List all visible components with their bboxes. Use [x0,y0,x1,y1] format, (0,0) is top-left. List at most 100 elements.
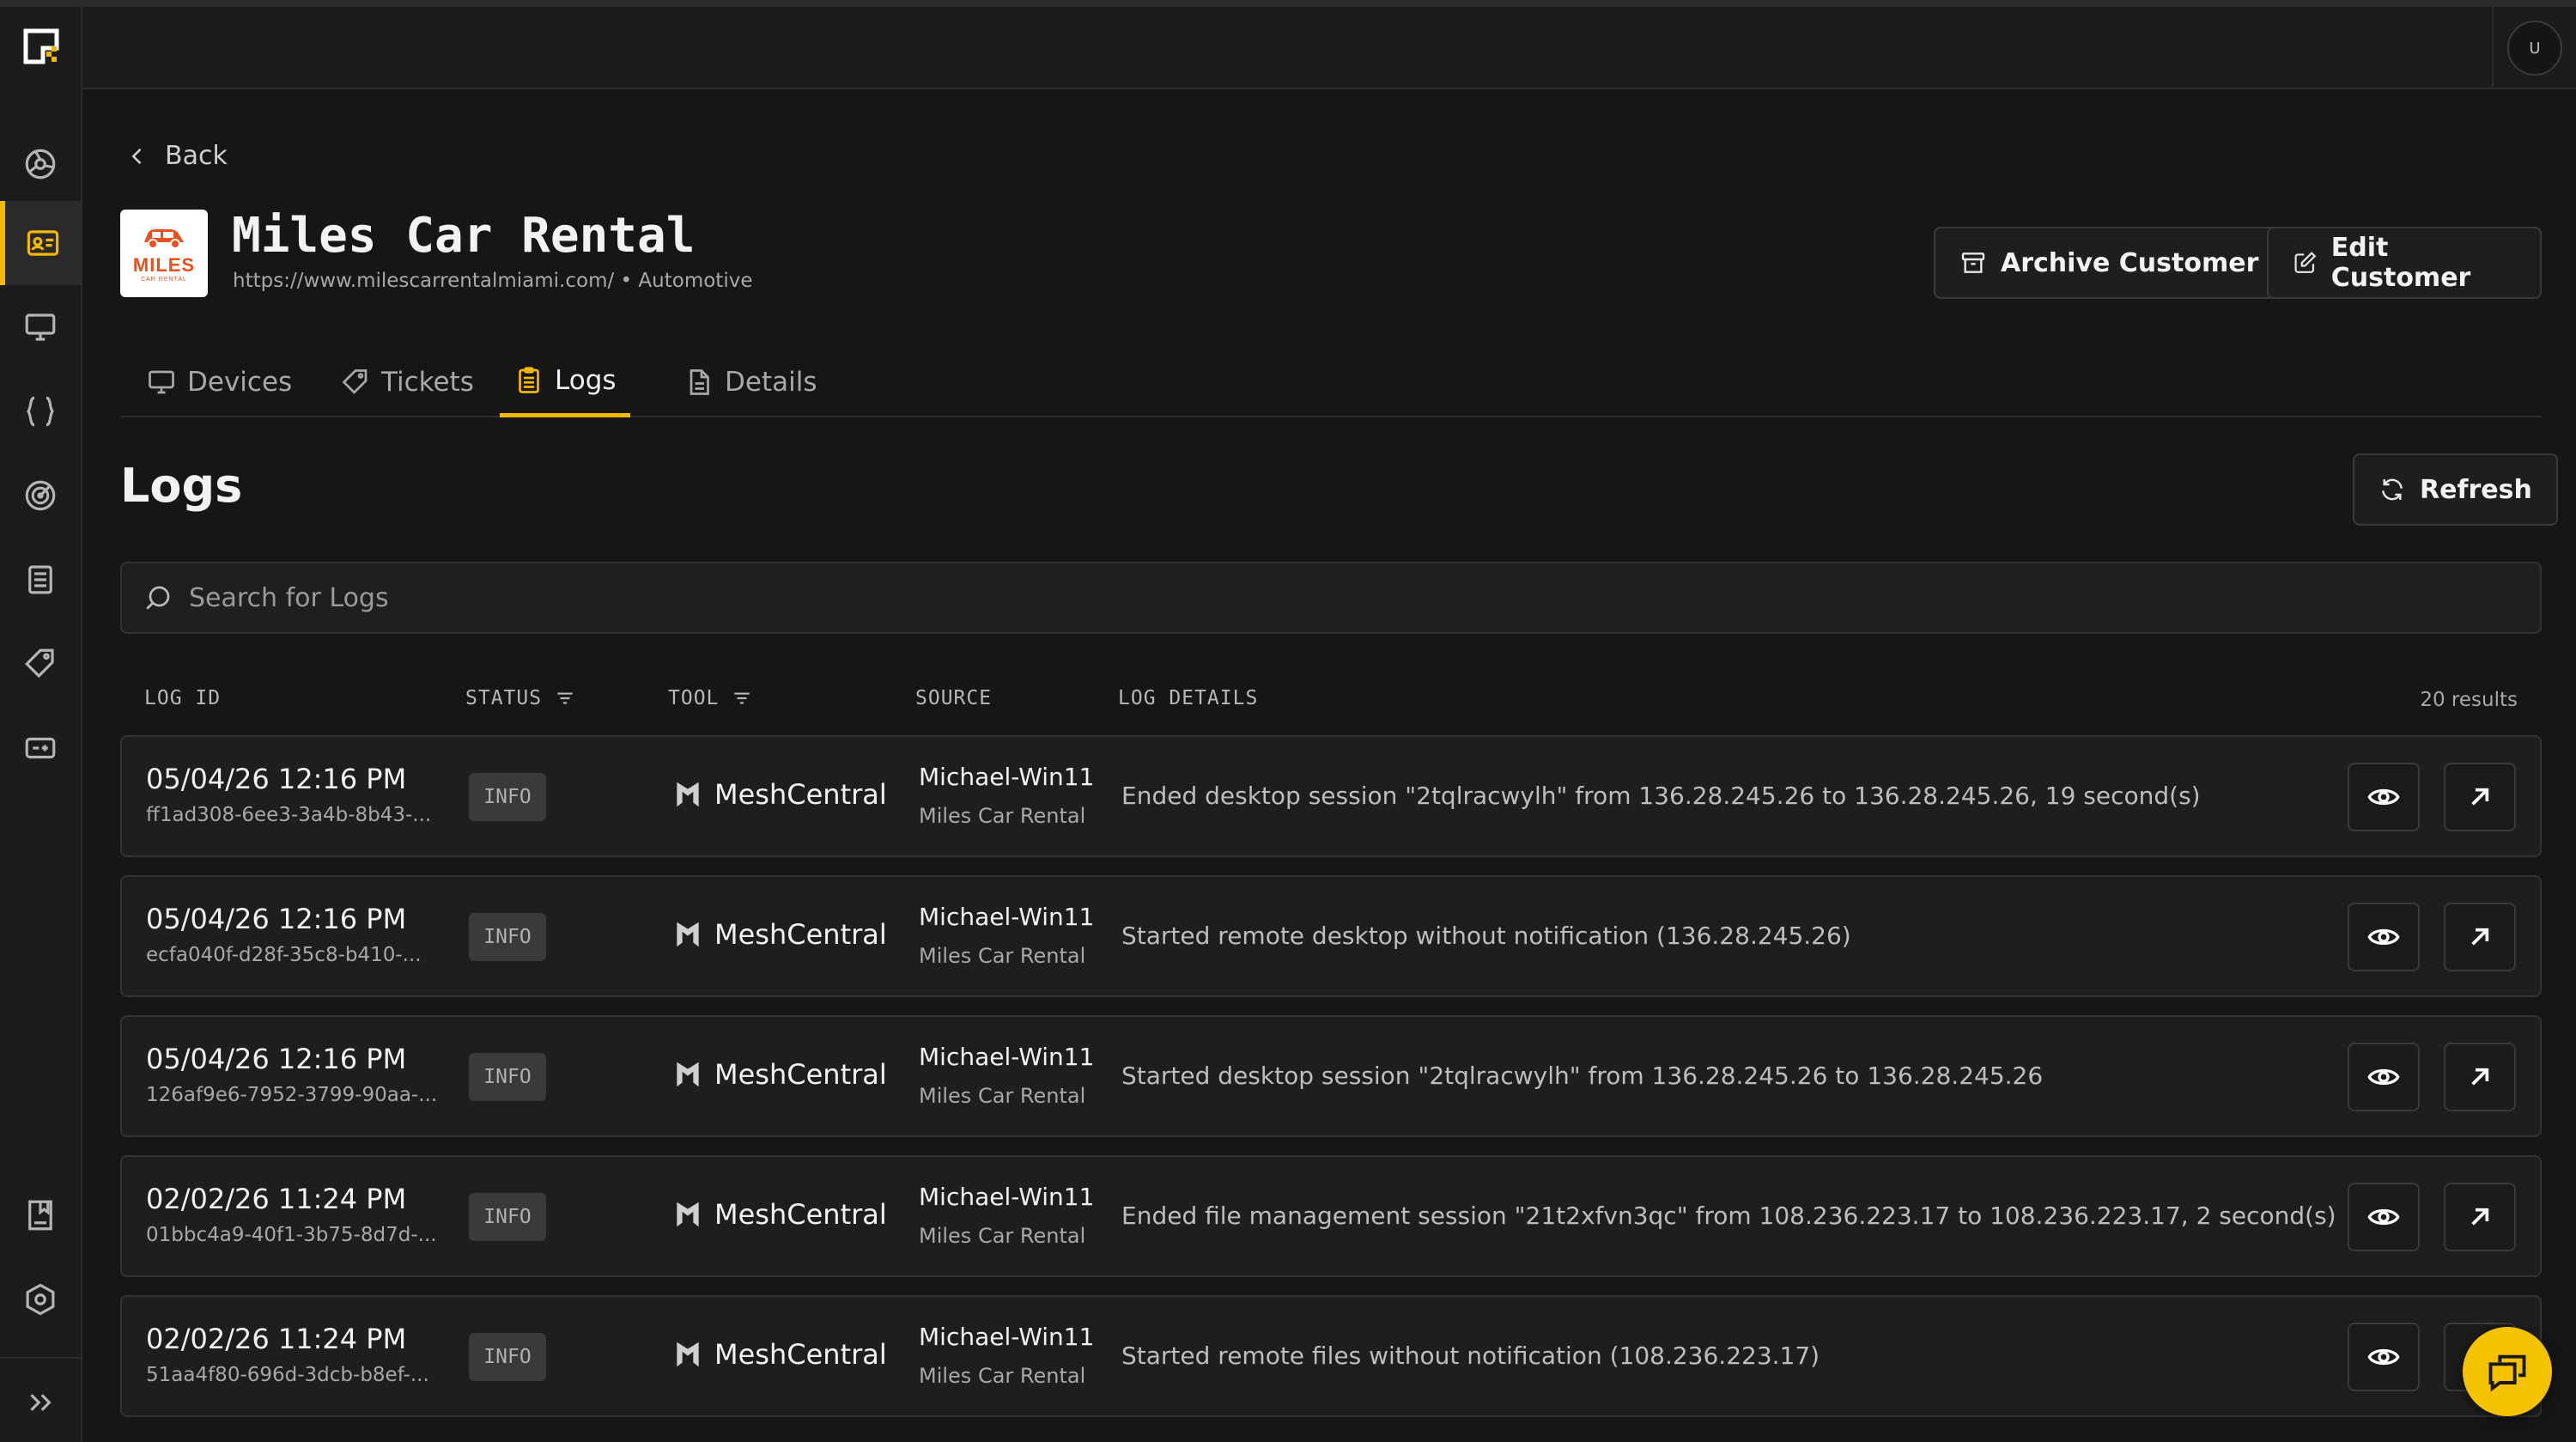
customer-logo: MILES CAR RENTAL [120,210,208,297]
window-top-strip [0,0,2576,7]
chat-support-button[interactable] [2463,1327,2552,1416]
log-id: 01bbc4a9-40f1-3b75-8d7d-... [146,1224,437,1246]
status-badge: INFO [469,1053,546,1101]
log-id: 51aa4f80-696d-3dcb-b8ef-... [146,1364,429,1386]
log-source-device: Michael-Win11 [919,763,1095,791]
customer-name: Miles Car Rental [232,208,696,264]
sidebar-item-scripts[interactable] [0,369,81,453]
customer-logo-text: MILES [132,253,196,276]
log-date: 05/04/26 12:16 PM [146,1043,407,1075]
open-log-button[interactable] [2444,763,2516,831]
eye-icon [2367,1208,2400,1226]
tab-tickets[interactable]: Tickets [326,347,488,417]
table-row[interactable]: 02/02/26 11:24 PM 01bbc4a9-40f1-3b75-8d7… [120,1155,2542,1277]
table-row[interactable]: 02/02/26 11:24 PM 51aa4f80-696d-3dcb-b8e… [120,1295,2542,1417]
status-badge: INFO [469,773,546,821]
customers-icon [27,230,59,256]
log-source-org: Miles Car Rental [919,1224,1086,1248]
customer-tabs: Devices Tickets Logs Details [120,347,2542,417]
log-id: 126af9e6-7952-3799-90aa-... [146,1084,438,1106]
search-input[interactable] [189,582,2421,613]
arrow-up-right-icon [2471,1208,2489,1226]
arrow-up-right-icon [2471,1068,2489,1086]
column-log-details: LOG DETAILS [1118,687,1258,709]
open-log-button[interactable] [2444,903,2516,971]
meshcentral-icon [677,1202,699,1227]
log-details: Ended file management session "21t2xfvn3… [1121,1202,2336,1230]
tab-details[interactable]: Details [670,347,830,417]
refresh-icon [2382,478,2403,501]
view-log-button[interactable] [2348,1043,2420,1111]
sidebar-item-customers[interactable] [0,201,81,285]
log-source-org: Miles Car Rental [919,1364,1086,1388]
logs-icon [28,565,52,594]
sidebar-item-tickets[interactable] [0,622,81,706]
meshcentral-icon [677,782,699,807]
sidebar-item-dashboard[interactable] [0,122,81,206]
refresh-button[interactable]: Refresh [2353,453,2558,526]
log-tool-name: MeshCentral [714,778,887,811]
log-source-org: Miles Car Rental [919,804,1086,828]
sidebar-item-docs[interactable] [0,1173,81,1257]
arrow-up-right-icon [2471,788,2489,806]
tickets-icon [25,648,54,678]
column-tool-label: TOOL [668,687,720,709]
log-tool: MeshCentral [671,918,887,951]
sidebar-item-devices[interactable] [0,285,81,369]
log-tool: MeshCentral [671,1338,887,1371]
devices-icon [25,313,56,341]
table-header: LOG ID STATUS TOOL SOURCE LOG DETAILS 20… [120,687,2542,721]
archive-icon [1961,253,1985,273]
edit-icon [2294,252,2317,273]
column-log-id-label: LOG ID [144,687,222,709]
scripts-icon [27,396,54,427]
sidebar [0,7,82,1442]
table-row[interactable]: 05/04/26 12:16 PM ff1ad308-6ee3-3a4b-8b4… [120,735,2542,857]
open-log-button[interactable] [2444,1183,2516,1251]
sidebar-item-logs[interactable] [0,538,81,622]
column-source: SOURCE [915,687,992,709]
app-logo-icon[interactable] [22,27,60,65]
view-log-button[interactable] [2348,1183,2420,1251]
monitor-icon [149,370,174,394]
tab-devices[interactable]: Devices [132,347,306,417]
sidebar-item-monitoring[interactable] [0,453,81,538]
avatar-initial: U [2529,39,2541,58]
eye-icon [2367,1348,2400,1366]
open-log-button[interactable] [2444,1043,2516,1111]
results-count: 20 results [2420,689,2518,711]
log-tool-name: MeshCentral [714,1338,887,1371]
tab-logs[interactable]: Logs [500,347,630,417]
view-log-button[interactable] [2348,903,2420,971]
sidebar-item-settings[interactable] [0,1257,81,1342]
archive-customer-label: Archive Customer [2001,247,2259,278]
sidebar-expand-button[interactable] [0,1360,81,1442]
filter-icon [734,692,750,704]
column-status[interactable]: STATUS [465,687,576,709]
view-log-button[interactable] [2348,763,2420,831]
column-tool[interactable]: TOOL [668,687,753,709]
table-row[interactable]: 05/04/26 12:16 PM 126af9e6-7952-3799-90a… [120,1015,2542,1137]
top-bar [82,7,2576,89]
log-date: 05/04/26 12:16 PM [146,763,407,795]
meshcentral-icon [677,1062,699,1087]
refresh-label: Refresh [2420,474,2532,505]
archive-customer-button[interactable]: Archive Customer [1934,227,2285,299]
log-source-device: Michael-Win11 [919,1183,1095,1211]
logs-title: Logs [120,459,243,513]
table-row[interactable]: 05/04/26 12:16 PM ecfa040f-d28f-35c8-b41… [120,875,2542,997]
status-badge: INFO [469,1333,546,1381]
column-source-label: SOURCE [915,687,993,709]
eye-icon [2367,1068,2400,1086]
back-link[interactable]: Back [125,141,228,171]
eye-icon [2367,928,2400,946]
monitoring-icon [25,480,56,511]
clipboard-icon [519,366,539,393]
view-log-button[interactable] [2348,1323,2420,1391]
customer-logo-subtext: CAR RENTAL [141,276,187,283]
user-avatar[interactable]: U [2507,21,2562,76]
edit-customer-button[interactable]: Edit Customer [2267,227,2542,299]
sidebar-item-integrations[interactable] [0,706,81,790]
tab-devices-label: Devices [187,367,293,398]
meshcentral-icon [677,1342,699,1367]
